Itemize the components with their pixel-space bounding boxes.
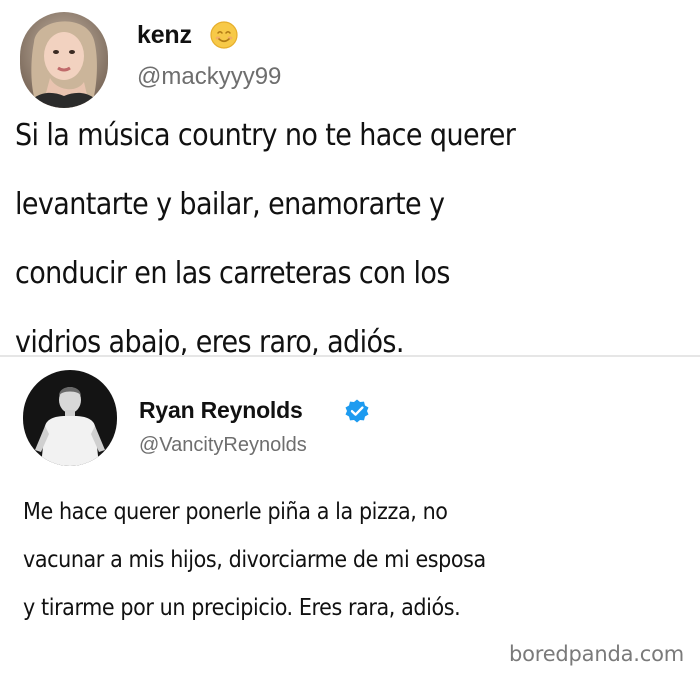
watermark: boredpanda.com (508, 642, 684, 666)
tweet-text-line: vacunar a mis hijos, divorciarme de mi e… (23, 547, 486, 573)
avatar-photo-icon (20, 12, 108, 108)
tweet-kenz: kenz @mackyyy99 Si la música country no … (0, 0, 700, 360)
tweet-text: Si la música country no te hace querer l… (15, 101, 516, 377)
tweet-text-line: conducir en las carreteras con los (15, 256, 450, 291)
tweet-text-line: levantarte y bailar, enamorarte y (15, 187, 445, 222)
author-name[interactable]: kenz (137, 21, 192, 50)
avatar[interactable] (20, 12, 108, 108)
author-name[interactable]: Ryan Reynolds (139, 397, 303, 424)
tweet-ryan-reynolds: Ryan Reynolds @VancityReynolds Me hace q… (0, 357, 700, 674)
author-handle[interactable]: @mackyyy99 (137, 63, 281, 91)
avatar-photo-icon (23, 370, 117, 466)
tweet-text-line: Si la música country no te hace querer (15, 118, 516, 153)
author-handle[interactable]: @VancityReynolds (139, 434, 307, 457)
smiling-face-emoji-icon (209, 20, 239, 50)
tweet-text-line: Me hace querer ponerle piña a la pizza, … (23, 499, 448, 525)
verified-badge-icon (344, 398, 370, 424)
tweet-text-line: y tirarme por un precipicio. Eres rara, … (23, 595, 461, 621)
avatar[interactable] (23, 370, 117, 466)
tweet-text: Me hace querer ponerle piña a la pizza, … (23, 488, 486, 632)
